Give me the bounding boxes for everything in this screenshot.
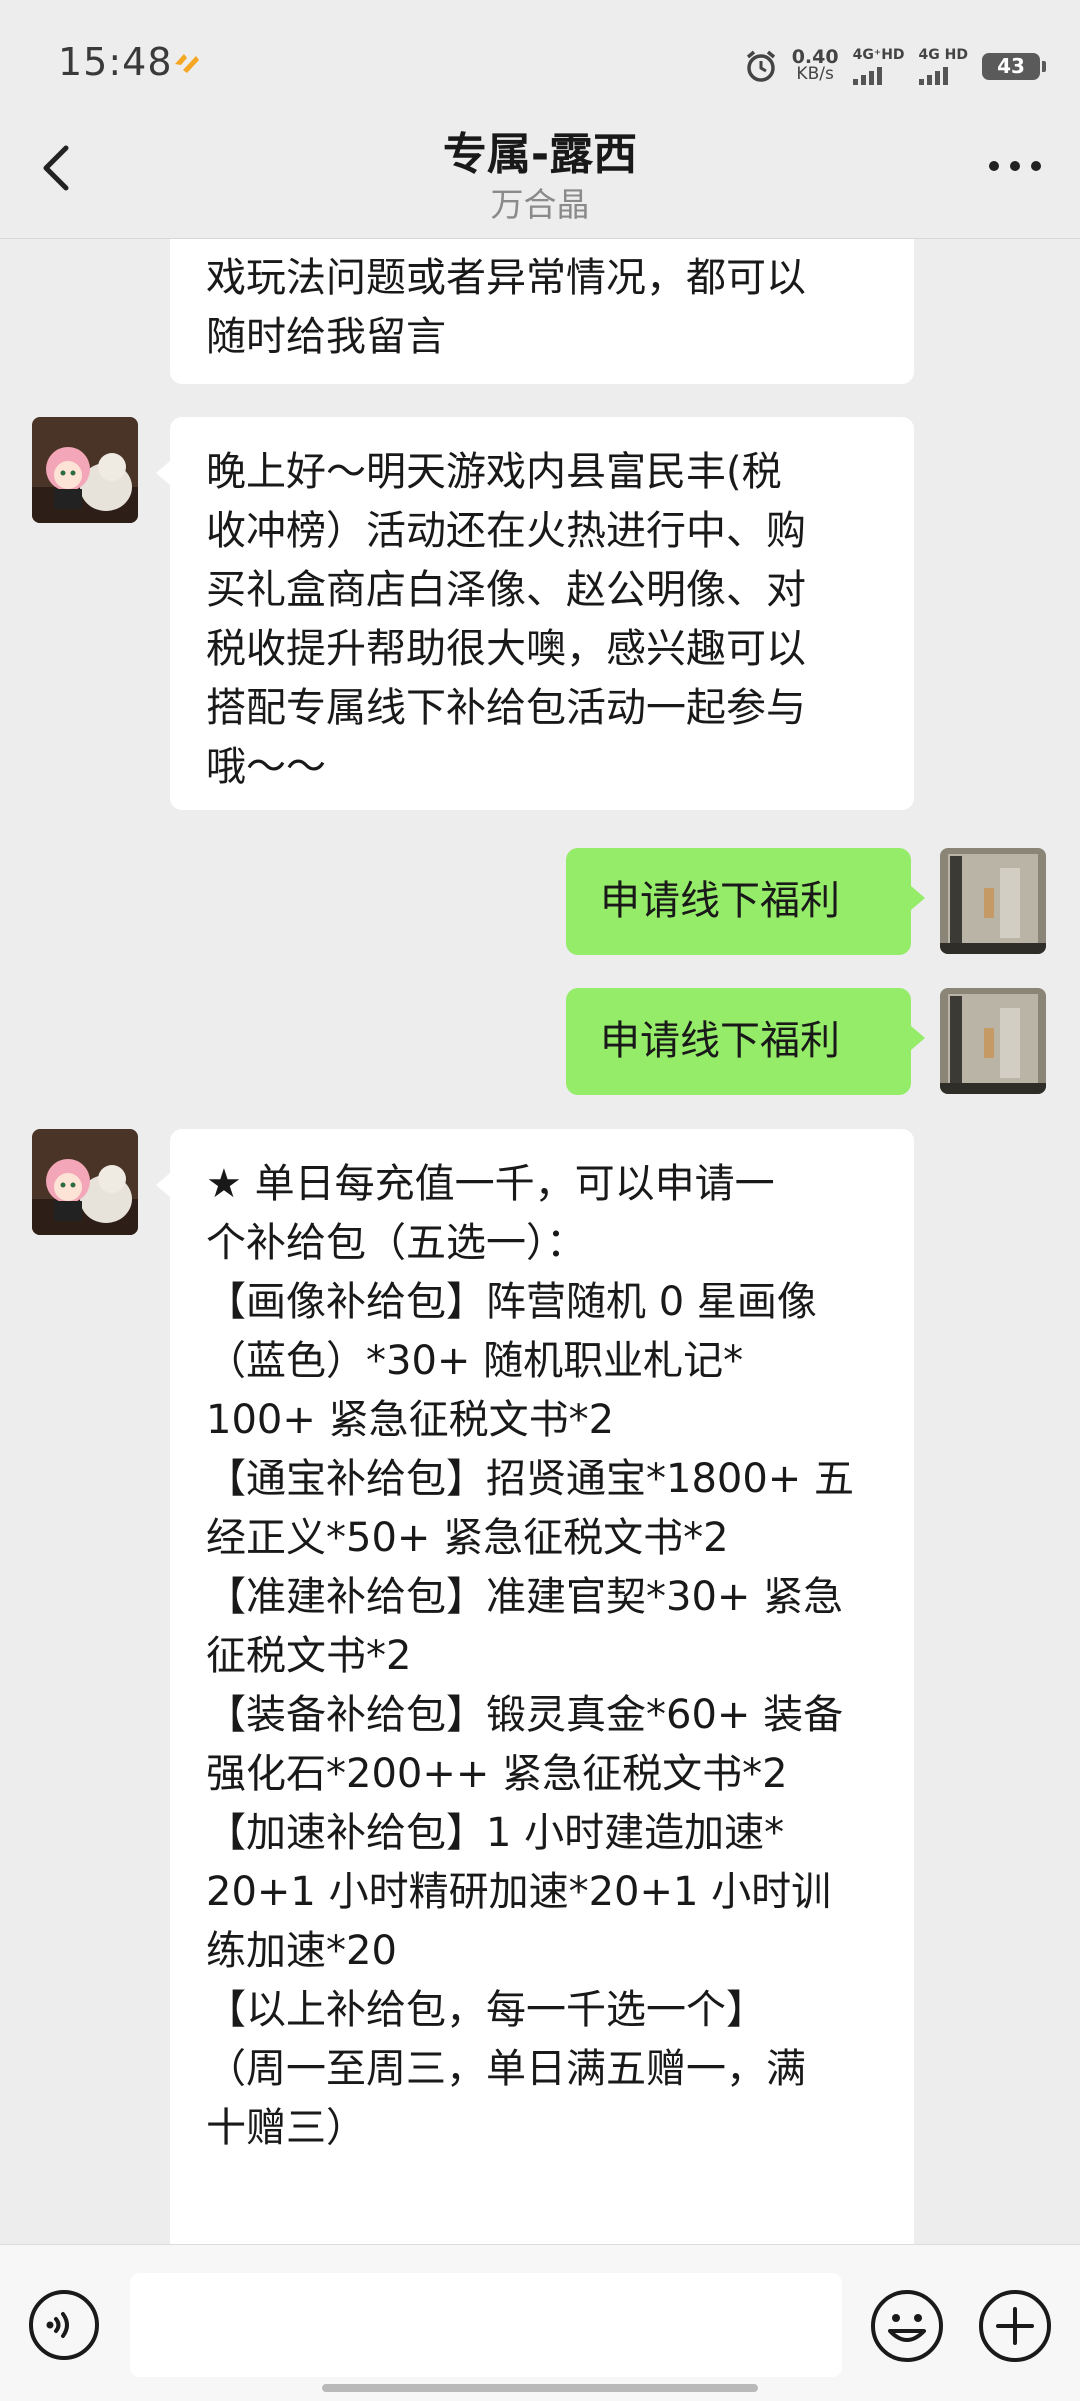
battery-icon: 43 [982,52,1046,80]
chat-title: 专属-露西 [442,129,638,180]
notification-app-icon [175,54,199,73]
outgoing-message[interactable]: 申请线下福利 [566,848,925,955]
message-text: ★ 单日每充值一千，可以申请一 个补给包（五选一）： 【画像补给包】阵营随机 0… [206,1161,855,2151]
voice-icon[interactable] [28,2289,100,2361]
avatar-image [940,848,1046,954]
incoming-message[interactable]: ★ 单日每充值一千，可以申请一 个补给包（五选一）： 【画像补给包】阵营随机 0… [156,1129,914,2244]
home-indicator[interactable] [322,2384,758,2392]
signal-1-bars-icon [852,65,882,85]
avatar-image [32,1129,138,1235]
alarm-icon [746,50,775,82]
more-dots-icon[interactable] [980,146,1050,186]
message-text: 申请线下福利 [600,878,840,924]
message-text: 申请线下福利 [600,1018,840,1064]
contact-avatar[interactable] [32,1129,138,1235]
message-list[interactable]: 戏玩法问题或者异常情况，都可以 随时给我留言 晚上好～明天游戏内县富民丰(税 收… [0,239,1080,2244]
battery-level: 43 [997,53,1025,78]
signal-1-label: 4G⁺HD [852,46,905,63]
signal-1: 4G⁺HD [852,46,905,85]
plus-icon[interactable] [978,2289,1052,2363]
chat-header: 专属-露西 万合晶 [0,110,1080,239]
input-bar [0,2244,1080,2401]
network-speed: 0.40 KB/s [792,48,839,84]
contact-avatar[interactable] [32,417,138,523]
status-time: 15:48 [58,40,173,84]
signal-2-bars-icon [918,65,948,85]
incoming-message[interactable]: 晚上好～明天游戏内县富民丰(税 收冲榜）活动还在火热进行中、购 买礼盒商店白泽像… [156,417,914,810]
message-text: 晚上好～明天游戏内县富民丰(税 收冲榜）活动还在火热进行中、购 买礼盒商店白泽像… [206,449,806,790]
outgoing-message[interactable]: 申请线下福利 [566,988,925,1095]
emoji-icon[interactable] [870,2289,944,2363]
network-speed-unit: KB/s [796,64,834,84]
avatar-image [940,988,1046,1094]
message-input[interactable] [130,2273,842,2377]
signal-2: 4G HD [918,46,968,85]
my-avatar[interactable] [940,988,1046,1094]
my-avatar[interactable] [940,848,1046,954]
signal-2-label: 4G HD [918,46,968,63]
message-text: 戏玩法问题或者异常情况，都可以 随时给我留言 [206,255,806,360]
chat-subtitle: 万合晶 [490,185,590,224]
avatar-image [32,417,138,523]
incoming-message[interactable]: 戏玩法问题或者异常情况，都可以 随时给我留言 [170,239,914,384]
